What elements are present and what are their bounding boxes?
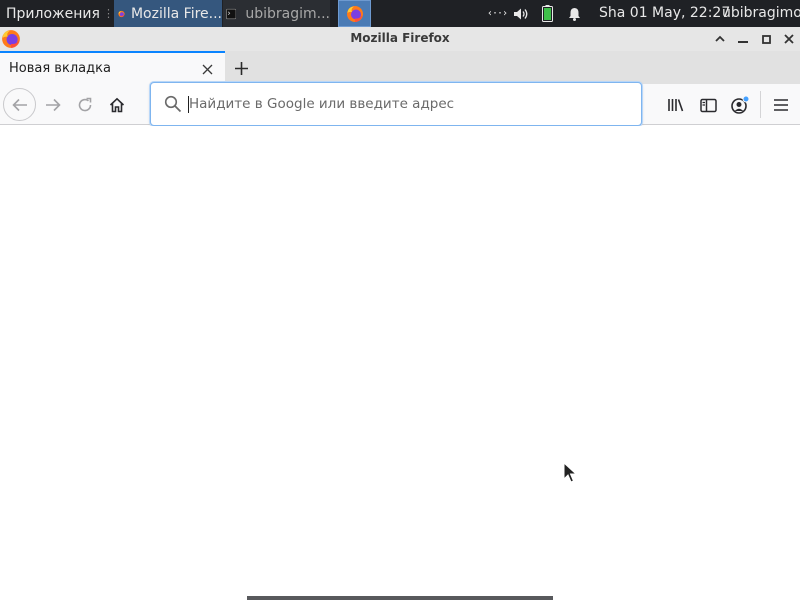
hamburger-menu-icon — [774, 99, 788, 111]
network-icon[interactable]: ‹··› — [487, 0, 509, 27]
taskbar-item-label: Mozilla Fire... — [130, 5, 222, 22]
tab-title: Новая вкладка — [9, 61, 111, 76]
launcher-firefox-button[interactable] — [338, 0, 371, 27]
library-icon — [668, 99, 684, 112]
minimize-icon — [738, 41, 748, 43]
sidebar-button[interactable] — [695, 92, 721, 118]
firefox-icon — [346, 5, 363, 22]
battery-icon[interactable] — [542, 0, 556, 27]
chevron-up-icon — [715, 35, 725, 42]
firefox-icon — [118, 10, 125, 17]
window-title: Mozilla Firefox — [350, 31, 450, 45]
terminal-icon — [226, 8, 237, 19]
bell-icon[interactable] — [568, 0, 584, 27]
navigation-toolbar — [0, 82, 800, 126]
home-button[interactable] — [104, 92, 130, 118]
library-button[interactable] — [663, 92, 689, 118]
forward-arrow-icon — [46, 98, 61, 112]
page-content[interactable] — [0, 126, 800, 600]
home-icon — [109, 97, 125, 113]
window-minimize-button[interactable] — [734, 30, 752, 48]
close-icon — [784, 34, 794, 44]
account-button[interactable] — [727, 92, 753, 118]
window-titlebar[interactable]: Mozilla Firefox — [0, 27, 800, 51]
new-tab-button[interactable] — [229, 56, 253, 80]
url-bar[interactable] — [150, 82, 642, 126]
taskbar-item-firefox[interactable]: Mozilla Fire... — [114, 0, 222, 27]
window-close-button[interactable] — [780, 30, 798, 48]
maximize-icon — [761, 34, 771, 44]
reload-button[interactable] — [72, 92, 98, 118]
sidebar-icon — [699, 98, 717, 112]
back-button[interactable] — [3, 88, 36, 121]
toolbar-separator — [760, 91, 761, 118]
back-arrow-icon — [11, 98, 27, 111]
open-menu-button[interactable] — [768, 92, 794, 118]
user-menu[interactable]: ubibragimov — [722, 0, 800, 27]
url-input[interactable] — [189, 92, 629, 116]
applications-menu-button[interactable]: Приложения ⋮ — [0, 0, 112, 27]
top-panel: Приложения ⋮ Mozilla Fire... ubibragim..… — [0, 0, 800, 27]
mouse-cursor-icon — [563, 462, 577, 483]
plus-icon — [234, 61, 248, 75]
clock[interactable]: Sha 01 May, 22:27 — [599, 0, 730, 27]
tab-close-button[interactable] — [198, 60, 216, 78]
applications-menu-label: Приложения — [6, 5, 100, 22]
taskbar-item-terminal[interactable]: ubibragim... — [223, 0, 330, 27]
tab-new-tab[interactable]: Новая вкладка — [0, 51, 225, 84]
forward-button[interactable] — [40, 92, 66, 118]
account-icon — [731, 95, 750, 114]
reload-icon — [78, 97, 92, 112]
search-icon — [164, 95, 182, 113]
volume-icon[interactable] — [513, 0, 533, 27]
bottom-scroll-indicator — [247, 596, 553, 600]
tab-strip: Новая вкладка — [0, 51, 800, 84]
window-maximize-button[interactable] — [757, 30, 775, 48]
close-icon — [202, 64, 212, 74]
panel-grip-icon: ⋮ — [102, 7, 112, 20]
window-shade-button[interactable] — [711, 30, 729, 48]
taskbar-item-label: ubibragim... — [245, 5, 330, 22]
